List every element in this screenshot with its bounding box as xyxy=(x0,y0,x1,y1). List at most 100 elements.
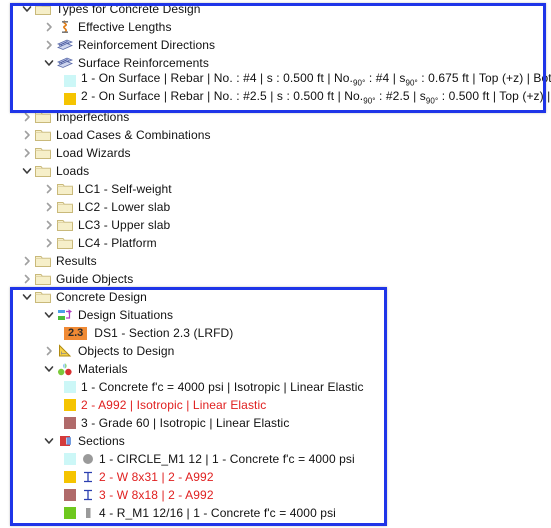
chevron-right-icon[interactable] xyxy=(20,144,34,162)
model-navigator-tree[interactable]: Types for Concrete Design Effective Lengt… xyxy=(0,0,551,528)
tree-item-materials[interactable]: Materials xyxy=(0,360,551,378)
tree-item-label: Materials xyxy=(78,362,128,376)
tree-item-loads[interactable]: Loads xyxy=(0,162,551,180)
tree-item-label: 2 - W 8x31 | 2 - A992 xyxy=(99,470,214,484)
chevron-down-icon[interactable] xyxy=(42,306,56,324)
tree-item-label: LC4 - Platform xyxy=(78,236,157,250)
surface-reinforcements-icon xyxy=(56,54,74,72)
tree-item-label: Loads xyxy=(56,164,90,178)
circle-section-icon xyxy=(81,452,94,466)
chevron-right-icon[interactable] xyxy=(42,18,56,36)
tree-item-label: Sections xyxy=(78,434,125,448)
tree-item-label: LC3 - Upper slab xyxy=(78,218,171,232)
tree-item-label: Effective Lengths xyxy=(78,20,172,34)
tree-item-label: Design Situations xyxy=(78,308,174,322)
i-beam-section-icon xyxy=(81,470,94,484)
tree-item-label: 2 - A992 | Isotropic | Linear Elastic xyxy=(81,398,267,412)
tree-item-design-situations[interactable]: Design Situations xyxy=(0,306,551,324)
folder-icon xyxy=(34,126,52,144)
folder-icon xyxy=(34,0,52,18)
tree-item-types-for-concrete-design[interactable]: Types for Concrete Design xyxy=(0,0,551,18)
tree-item-label: 1 - CIRCLE_M1 12 | 1 - Concrete f'c = 40… xyxy=(99,452,355,466)
tree-item-label: Concrete Design xyxy=(56,290,147,304)
tree-item-ds1-section-2-3[interactable]: 2.3 DS1 - Section 2.3 (LRFD) xyxy=(0,324,551,342)
tree-item-objects-to-design[interactable]: Objects to Design xyxy=(0,342,551,360)
tree-item-lc1-self-weight[interactable]: LC1 - Self-weight xyxy=(0,180,551,198)
chevron-down-icon[interactable] xyxy=(42,54,56,72)
chevron-down-icon[interactable] xyxy=(20,162,34,180)
tree-item-effective-lengths[interactable]: Effective Lengths xyxy=(0,18,551,36)
folder-icon xyxy=(34,108,52,126)
tree-item-material-1[interactable]: 1 - Concrete f'c = 4000 psi | Isotropic … xyxy=(0,378,551,396)
tree-item-section-2[interactable]: 2 - W 8x31 | 2 - A992 xyxy=(0,468,551,486)
chevron-right-icon[interactable] xyxy=(42,180,56,198)
tree-item-label: Load Wizards xyxy=(56,146,131,160)
tree-item-results[interactable]: Results xyxy=(0,252,551,270)
tree-item-lc3-upper-slab[interactable]: LC3 - Upper slab xyxy=(0,216,551,234)
folder-icon xyxy=(34,270,52,288)
tree-item-surface-reinforcement-2[interactable]: 2 - On Surface | Rebar | No. : #2.5 | s … xyxy=(0,89,551,108)
tree-item-label: DS1 - Section 2.3 (LRFD) xyxy=(94,326,234,340)
tree-item-label: 3 - Grade 60 | Isotropic | Linear Elasti… xyxy=(81,416,290,430)
tree-item-sections[interactable]: Sections xyxy=(0,432,551,450)
chevron-right-icon[interactable] xyxy=(42,216,56,234)
folder-icon xyxy=(34,162,52,180)
tree-item-label: LC2 - Lower slab xyxy=(78,200,171,214)
chevron-down-icon[interactable] xyxy=(42,432,56,450)
color-swatch xyxy=(64,399,76,411)
tree-item-label: Imperfections xyxy=(56,110,130,124)
tree-item-label: 4 - R_M1 12/16 | 1 - Concrete f'c = 4000… xyxy=(99,506,336,520)
chevron-down-icon[interactable] xyxy=(20,288,34,306)
chevron-right-icon[interactable] xyxy=(42,198,56,216)
tree-item-label: LC1 - Self-weight xyxy=(78,182,172,196)
tree-item-lc4-platform[interactable]: LC4 - Platform xyxy=(0,234,551,252)
tree-item-label: Load Cases & Combinations xyxy=(56,128,211,142)
design-situations-icon xyxy=(56,306,74,324)
chevron-right-icon[interactable] xyxy=(42,234,56,252)
tree-item-material-3[interactable]: 3 - Grade 60 | Isotropic | Linear Elasti… xyxy=(0,414,551,432)
tree-item-concrete-design[interactable]: Concrete Design xyxy=(0,288,551,306)
tree-item-load-cases-combinations[interactable]: Load Cases & Combinations xyxy=(0,126,551,144)
tree-item-reinforcement-directions[interactable]: Reinforcement Directions xyxy=(0,36,551,54)
folder-icon xyxy=(56,180,74,198)
i-beam-section-icon xyxy=(81,488,94,502)
tree-item-label: Types for Concrete Design xyxy=(56,2,201,16)
tree-item-label: Objects to Design xyxy=(78,344,175,358)
folder-icon xyxy=(34,288,52,306)
tree-item-guide-objects[interactable]: Guide Objects xyxy=(0,270,551,288)
reinforcement-directions-icon xyxy=(56,36,74,54)
color-swatch xyxy=(64,471,76,483)
chevron-right-icon[interactable] xyxy=(42,342,56,360)
folder-icon xyxy=(56,198,74,216)
chevron-down-icon[interactable] xyxy=(42,360,56,378)
folder-icon xyxy=(56,216,74,234)
color-swatch xyxy=(64,75,76,87)
status-badge: 2.3 xyxy=(64,326,88,340)
tree-item-section-1[interactable]: 1 - CIRCLE_M1 12 | 1 - Concrete f'c = 40… xyxy=(0,450,551,468)
tree-item-label: Results xyxy=(56,254,97,268)
folder-icon xyxy=(34,252,52,270)
chevron-right-icon[interactable] xyxy=(20,252,34,270)
tree-item-lc2-lower-slab[interactable]: LC2 - Lower slab xyxy=(0,198,551,216)
tree-item-label: Reinforcement Directions xyxy=(78,38,216,52)
effective-lengths-icon xyxy=(56,18,74,36)
color-swatch xyxy=(64,453,76,465)
tree-item-label: 3 - W 8x18 | 2 - A992 xyxy=(99,488,214,502)
chevron-right-icon[interactable] xyxy=(20,126,34,144)
tree-item-section-3[interactable]: 3 - W 8x18 | 2 - A992 xyxy=(0,486,551,504)
tree-item-material-2[interactable]: 2 - A992 | Isotropic | Linear Elastic xyxy=(0,396,551,414)
tree-item-label: Guide Objects xyxy=(56,272,134,286)
tree-item-section-4[interactable]: 4 - R_M1 12/16 | 1 - Concrete f'c = 4000… xyxy=(0,504,551,522)
chevron-right-icon[interactable] xyxy=(20,108,34,126)
chevron-right-icon[interactable] xyxy=(42,36,56,54)
objects-to-design-icon xyxy=(56,342,74,360)
color-swatch xyxy=(64,381,76,393)
chevron-right-icon[interactable] xyxy=(20,270,34,288)
chevron-down-icon[interactable] xyxy=(20,0,34,18)
color-swatch xyxy=(64,507,76,519)
tree-item-imperfections[interactable]: Imperfections xyxy=(0,108,551,126)
tree-item-load-wizards[interactable]: Load Wizards xyxy=(0,144,551,162)
color-swatch xyxy=(64,93,76,105)
folder-icon xyxy=(56,234,74,252)
color-swatch xyxy=(64,417,76,429)
